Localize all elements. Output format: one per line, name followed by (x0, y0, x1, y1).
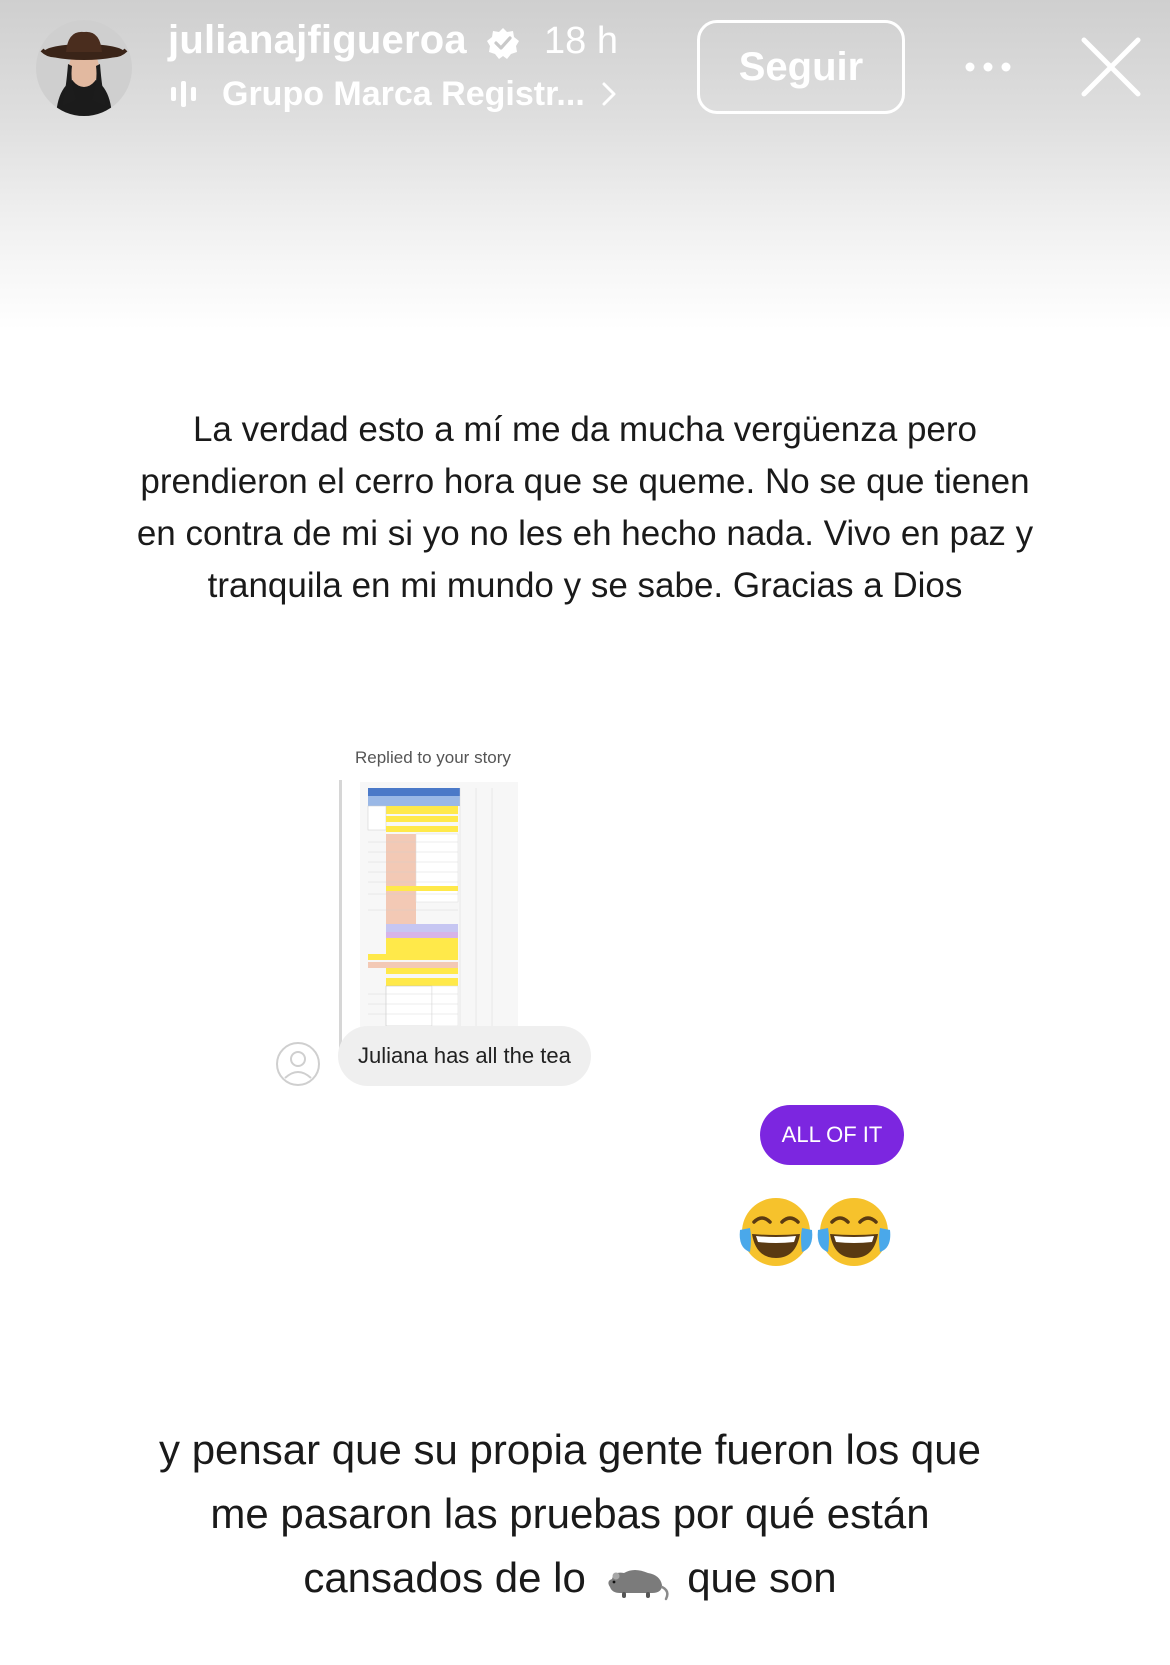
incoming-message-bubble: Juliana has all the tea (338, 1026, 591, 1086)
caption-line: La verdad esto a mí me da mucha vergüenz… (192, 410, 978, 449)
caption-line: prendieron el cerro hora que se queme. N… (140, 462, 1030, 501)
dm-screenshot: Replied to your story Juliana has all th… (262, 740, 922, 1280)
verified-badge-icon (487, 28, 519, 59)
follow-button[interactable]: Seguir (697, 20, 905, 114)
caption-line: en contra de mi si yo no les eh hecho na… (136, 514, 1034, 553)
laughing-emoji (817, 1198, 891, 1266)
caption-text: cansados de lo (303, 1554, 586, 1601)
replied-to-story-label: Replied to your story (355, 748, 511, 767)
story-time: 18 h (544, 20, 618, 62)
reply-indicator-bar (339, 780, 342, 1052)
story-caption-top: La verdad esto a mí me da mucha vergüenz… (60, 404, 1110, 612)
caption-line: tranquila en mi mundo y se sabe. Gracias… (207, 566, 963, 605)
chevron-right-icon (602, 82, 616, 106)
caption-line-3: cansados de lo que son (40, 1546, 1100, 1610)
story-caption-bottom: y pensar que su propia gente fueron los … (40, 1418, 1100, 1610)
avatar-image (36, 20, 132, 116)
laughing-emoji (739, 1198, 813, 1266)
sender-avatar-icon (276, 1042, 320, 1086)
caption-line: y pensar que su propia gente fueron los … (159, 1426, 981, 1473)
more-options-icon[interactable] (962, 54, 1014, 80)
audio-label: Grupo Marca Registr... (222, 74, 585, 113)
story-username[interactable]: julianajfigueroa (168, 18, 467, 63)
story-reply-thumbnail (360, 782, 518, 1047)
close-icon[interactable] (1078, 34, 1144, 100)
rat-emoji (607, 1569, 669, 1601)
profile-avatar[interactable] (36, 20, 132, 116)
caption-line: me pasaron las pruebas por qué están (210, 1490, 930, 1537)
spreadsheet-thumbnail-image (360, 782, 518, 1047)
outgoing-message-bubble: ALL OF IT (760, 1105, 904, 1165)
audio-attribution[interactable]: Grupo Marca Registr... (170, 70, 619, 118)
caption-text: que son (687, 1554, 837, 1601)
audio-bars-icon (171, 81, 196, 107)
